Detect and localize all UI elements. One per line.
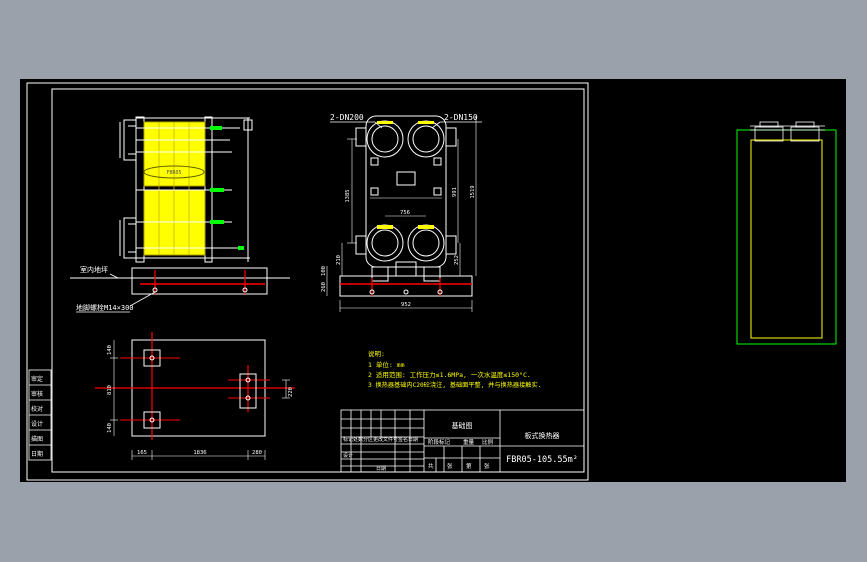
cad-drawing-canvas[interactable]: 审定 审核 校对 设计 描图 日期 FBR05 室内地坪 地脚螺栓M14×300…: [0, 0, 867, 562]
sheet-label: 张: [484, 462, 490, 470]
dim-label: 810: [107, 385, 113, 395]
port-label-right: 2-DN150: [444, 113, 478, 122]
row-label: 描图: [31, 435, 43, 443]
drawing-name: 基础图: [452, 421, 473, 430]
sheet-label: 张: [447, 462, 453, 470]
title-row-label: 日期: [376, 466, 386, 472]
dim-label: 165: [137, 450, 147, 456]
product-type: 板式换热器: [525, 431, 560, 440]
anchor-bolt-label: 地脚螺栓M14×300: [76, 303, 134, 312]
dim-label: 140: [107, 423, 113, 433]
plate-pack-label: FBR05: [166, 170, 181, 176]
port-label-left: 2-DN200: [330, 113, 364, 122]
stage-label: 阶段标记: [428, 438, 451, 446]
title-row-label: 设计: [343, 452, 353, 459]
model-number: FBR05-105.55m²: [506, 455, 578, 465]
dim-label: 260: [321, 282, 327, 292]
dim-label: 252: [454, 255, 460, 265]
notes-heading: 说明:: [368, 349, 385, 358]
row-label: 日期: [31, 450, 43, 458]
dim-label: 210: [336, 255, 342, 265]
stage-label: 重量: [463, 438, 475, 446]
dim-label: 756: [400, 210, 410, 216]
dim-label: 991: [452, 187, 458, 197]
note-line: 1 单位: mm: [368, 360, 405, 369]
dim-label: 280: [252, 450, 262, 456]
dim-label: 1836: [193, 450, 206, 456]
sheet-label: 共: [428, 462, 434, 470]
stage-label: 比例: [482, 438, 494, 446]
revision-header: 标记处数分区更改文件号签名日期: [343, 436, 418, 443]
ground-level-label: 室内地坪: [80, 265, 108, 274]
sheet-label: 第: [466, 462, 472, 470]
dim-label: 140: [107, 345, 113, 355]
dim-label: 220: [288, 387, 294, 397]
dim-label: 100: [321, 266, 327, 276]
row-label: 审核: [31, 390, 43, 398]
row-label: 校对: [31, 405, 43, 413]
dim-label: 1385: [345, 189, 351, 202]
note-line: 2 适用范围: 工作压力≤1.6MPa, 一次水温度≤150°C.: [368, 370, 531, 379]
dim-label: 952: [401, 302, 411, 308]
dim-label: 1519: [470, 185, 476, 198]
row-label: 审定: [31, 375, 43, 383]
row-label: 设计: [31, 420, 43, 428]
note-line: 3 换热器基础内C20砼浇注, 基础面平整, 并与换热器接触实.: [368, 381, 541, 389]
